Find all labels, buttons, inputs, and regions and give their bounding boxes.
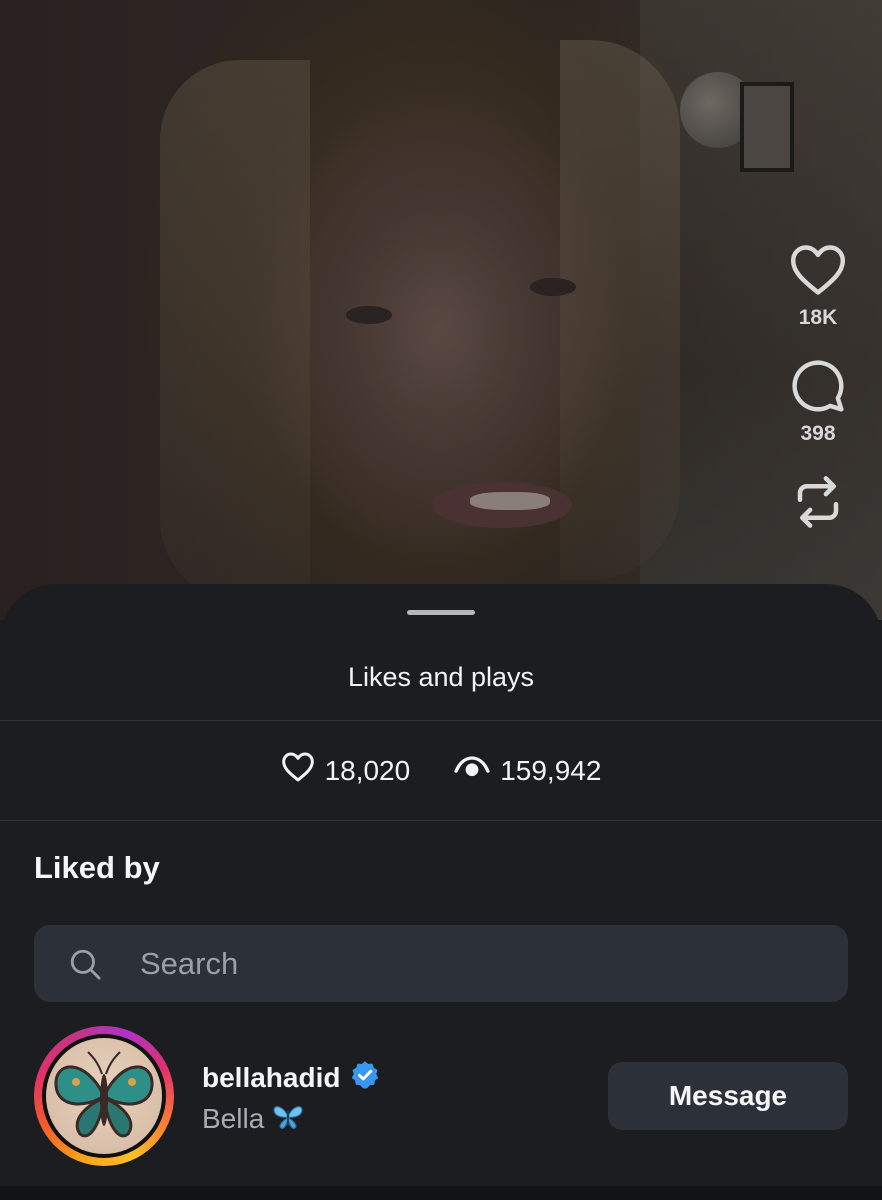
plays-stat: 159,942 (454, 754, 601, 787)
liked-by-heading: Liked by (34, 850, 160, 885)
stats-row: 18,020 159,942 (0, 752, 882, 789)
likes-bottom-sheet: Likes and plays 18,020 159,942 Liked by (0, 584, 882, 1200)
heart-outline-icon (281, 752, 315, 789)
full-name-line: Bella (202, 1103, 380, 1135)
user-info[interactable]: bellahadid Bella (202, 1060, 380, 1135)
butterfly-icon (272, 1104, 304, 1135)
divider (0, 820, 882, 821)
avatar-image (46, 1038, 162, 1154)
story-ring[interactable] (34, 1026, 174, 1166)
likes-count: 18,020 (324, 754, 411, 786)
sheet-title: Likes and plays (347, 662, 535, 692)
message-button[interactable]: Message (608, 1062, 848, 1130)
comment-action[interactable]: 398 (778, 356, 858, 446)
username-line: bellahadid (202, 1060, 380, 1095)
search-bar[interactable] (34, 925, 848, 1002)
repost-icon[interactable] (788, 472, 848, 532)
plays-count: 159,942 (500, 754, 602, 786)
verified-badge-icon (350, 1060, 380, 1095)
username[interactable]: bellahadid (202, 1062, 340, 1094)
comment-icon[interactable] (788, 356, 848, 416)
sheet-drag-handle[interactable] (407, 610, 475, 615)
bottom-edge (0, 1186, 882, 1200)
background-picture-frame (740, 82, 794, 172)
video-subject-hair-right (560, 40, 680, 580)
heart-icon[interactable] (788, 240, 848, 300)
repost-action[interactable] (778, 472, 858, 532)
video-player[interactable] (0, 0, 882, 620)
video-subject-teeth (470, 492, 550, 510)
like-action[interactable]: 18K (778, 240, 858, 330)
eye-icon (454, 754, 490, 787)
search-input[interactable] (138, 932, 848, 995)
full-name: Bella (202, 1103, 265, 1134)
video-subject-hair-left (160, 60, 310, 600)
action-rail: 18K 398 (778, 240, 858, 532)
video-subject-eye-left (346, 306, 392, 324)
video-subject-eye-right (530, 278, 576, 296)
comment-count: 398 (800, 422, 836, 445)
likes-stat: 18,020 (281, 752, 411, 789)
avatar[interactable] (42, 1034, 166, 1158)
divider (0, 720, 882, 721)
like-count: 18K (798, 306, 838, 329)
search-icon (68, 947, 102, 981)
list-item[interactable]: bellahadid Bella Message (34, 1026, 848, 1166)
